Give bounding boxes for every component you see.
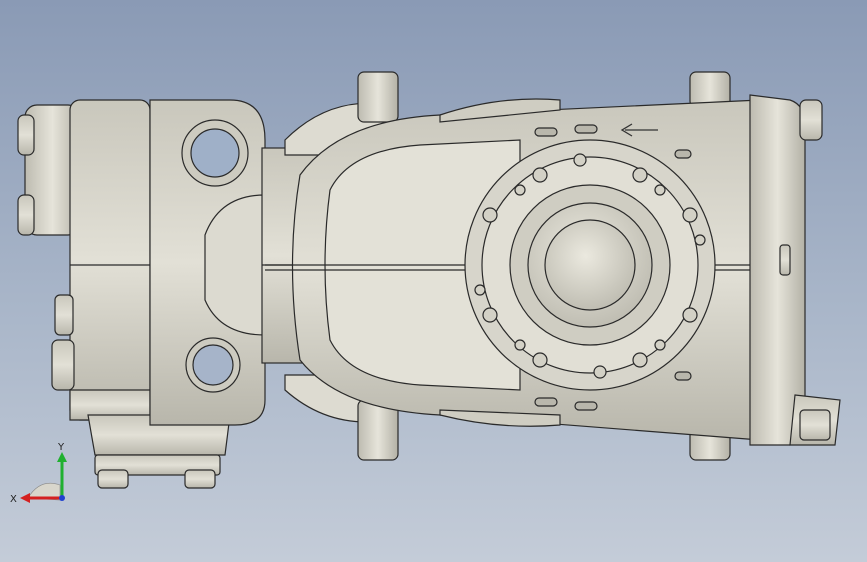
- x-axis-arrow-icon: [20, 493, 30, 503]
- mounting-flange: [149, 99, 266, 426]
- end-cover: [749, 94, 823, 446]
- outlet-fitting: [87, 414, 231, 489]
- pump-model[interactable]: [0, 0, 867, 562]
- y-axis-label: Y: [57, 442, 65, 453]
- bearing-cover: [464, 139, 716, 391]
- top-stud-left: [357, 71, 399, 123]
- y-axis-arrow-icon: [57, 452, 67, 462]
- cad-viewport[interactable]: Y X: [0, 0, 867, 562]
- drain-plug: [789, 394, 841, 446]
- x-axis-label: X: [10, 494, 17, 505]
- manifold-block: [17, 99, 151, 421]
- axis-triad: Y X: [10, 442, 67, 505]
- z-axis-icon: [59, 495, 65, 501]
